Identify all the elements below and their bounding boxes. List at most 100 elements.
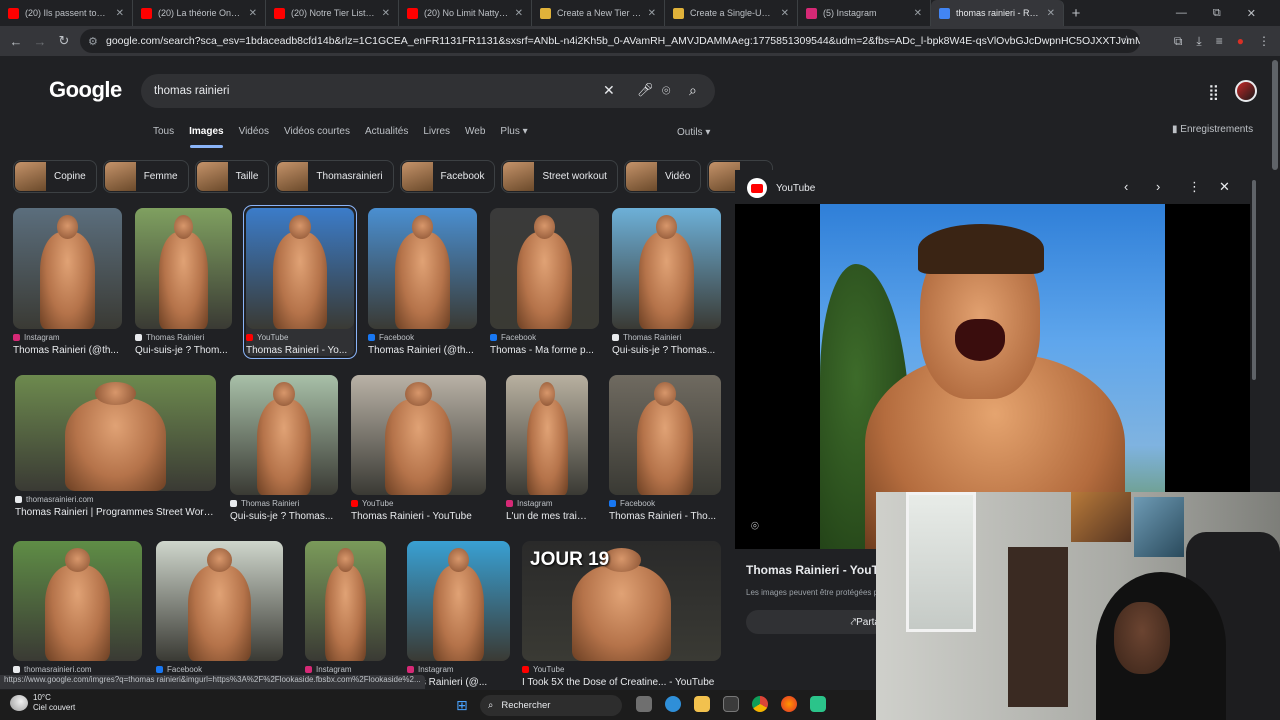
result-source[interactable]: YouTube xyxy=(522,665,721,674)
result-source[interactable]: Facebook xyxy=(156,665,283,674)
weather-widget[interactable]: 10°C Ciel couvert xyxy=(10,693,75,713)
site-info-icon[interactable]: ⚙ xyxy=(88,35,98,48)
browser-tab[interactable]: (20) Notre Tier List des FA ✕ xyxy=(266,0,399,26)
saved-button[interactable]: ▮ Enregistrements xyxy=(1172,124,1253,135)
close-window-button[interactable]: ✕ xyxy=(1247,7,1256,20)
image-result[interactable]: Instagram L'un de mes trainin... xyxy=(506,375,588,522)
image-result[interactable]: Facebook Thomas Rainieri - Tho... xyxy=(609,375,721,522)
image-result[interactable]: YouTube Thomas Rainieri - Yo... xyxy=(243,205,357,359)
download-icon[interactable]: ⤓ xyxy=(1196,34,1201,49)
result-thumbnail[interactable] xyxy=(135,208,232,329)
result-thumbnail[interactable] xyxy=(15,375,216,491)
result-source[interactable]: thomasrainieri.com xyxy=(15,495,216,504)
result-title[interactable]: L'un de mes trainin... xyxy=(506,511,588,522)
extensions-icon[interactable]: ⧉ xyxy=(1174,34,1183,49)
result-source[interactable]: Instagram xyxy=(305,665,386,674)
result-source[interactable]: Facebook xyxy=(490,333,599,342)
result-thumbnail[interactable] xyxy=(351,375,486,495)
result-title[interactable]: Thomas Rainieri - Tho... xyxy=(609,511,721,522)
image-result[interactable]: Facebook xyxy=(156,541,283,677)
preview-source[interactable]: YouTube xyxy=(747,178,815,198)
result-source[interactable]: Instagram xyxy=(13,333,122,342)
prev-image-icon[interactable]: ‹ xyxy=(1124,179,1128,194)
back-icon[interactable]: ← xyxy=(4,34,28,49)
browser-tab[interactable]: (20) No Limit Natty Podca ✕ xyxy=(399,0,532,26)
result-title[interactable]: Thomas Rainieri | Programmes Street Work… xyxy=(15,507,216,518)
result-thumbnail[interactable] xyxy=(609,375,721,495)
close-tab-icon[interactable]: ✕ xyxy=(648,8,656,19)
search-input[interactable]: thomas rainieri ✕ 🎤︎ ⌾ ⌕ xyxy=(141,74,715,108)
image-result[interactable]: JOUR 19 YouTube I Took 5X the Dose of Crea… xyxy=(522,541,721,688)
result-thumbnail[interactable] xyxy=(506,375,588,495)
browser-tab[interactable]: (20) La théorie One Piece ✕ xyxy=(133,0,266,26)
filter-1[interactable]: Images xyxy=(189,126,223,142)
google-logo[interactable]: Google xyxy=(49,77,122,103)
related-chip[interactable]: Femme xyxy=(102,160,189,193)
result-thumbnail[interactable] xyxy=(13,208,122,329)
result-thumbnail[interactable] xyxy=(368,208,477,329)
browser-tab[interactable]: (5) Instagram ✕ xyxy=(798,0,931,26)
result-thumbnail[interactable] xyxy=(612,208,721,329)
result-source[interactable]: thomasrainieri.com xyxy=(13,665,142,674)
close-preview-icon[interactable]: ✕ xyxy=(1219,179,1230,195)
lens-search-icon[interactable]: ⌾ xyxy=(751,518,759,534)
address-bar[interactable]: ⚙ google.com/search?sca_esv=1bdaceadb8cf… xyxy=(80,29,1140,53)
preview-title[interactable]: Thomas Rainieri - YouTu xyxy=(746,563,885,577)
result-title[interactable]: Thomas Rainieri - Yo... xyxy=(246,345,354,356)
result-title[interactable]: Qui-suis-je ? Thomas... xyxy=(612,345,721,356)
forward-icon[interactable]: → xyxy=(28,34,52,49)
next-image-icon[interactable]: › xyxy=(1156,179,1160,194)
result-thumbnail[interactable] xyxy=(230,375,338,495)
result-title[interactable]: Thomas - Ma forme p... xyxy=(490,345,599,356)
filter-6[interactable]: Web xyxy=(465,126,485,142)
result-source[interactable]: Thomas Rainieri xyxy=(135,333,232,342)
restore-button[interactable]: ⧉ xyxy=(1213,7,1221,20)
image-result[interactable]: Facebook Thomas - Ma forme p... xyxy=(490,208,599,356)
more-options-icon[interactable]: ⋮ xyxy=(1188,179,1201,195)
close-tab-icon[interactable]: ✕ xyxy=(515,8,523,19)
menu-icon[interactable]: ⋮ xyxy=(1258,34,1270,48)
share-button[interactable]: ⤤ Parta xyxy=(746,610,886,634)
result-title[interactable]: Thomas Rainieri (@th... xyxy=(368,345,477,356)
app-icon[interactable] xyxy=(810,696,826,712)
filter-3[interactable]: Vidéos courtes xyxy=(284,126,350,142)
browser-tab[interactable]: Create a Single-Use Tier ✕ xyxy=(665,0,798,26)
edge-icon[interactable] xyxy=(665,696,681,712)
result-thumbnail[interactable] xyxy=(13,541,142,661)
taskbar-search[interactable]: ⌕ Rechercher xyxy=(480,695,622,716)
related-chip[interactable]: Copine xyxy=(13,160,97,193)
close-tab-icon[interactable]: ✕ xyxy=(249,8,257,19)
new-tab-button[interactable]: + xyxy=(1064,5,1088,22)
search-icon[interactable]: ⌕ xyxy=(689,82,697,99)
related-chip[interactable]: Facebook xyxy=(399,160,496,193)
mic-icon[interactable]: 🎤︎ xyxy=(637,82,654,98)
image-result[interactable]: Thomas Rainieri Qui-suis-je ? Thom... xyxy=(135,208,232,356)
result-thumbnail[interactable] xyxy=(156,541,283,661)
result-source[interactable]: Facebook xyxy=(609,499,721,508)
result-thumbnail[interactable] xyxy=(407,541,510,661)
image-result[interactable]: Thomas Rainieri Qui-suis-je ? Thomas... xyxy=(230,375,338,522)
result-source[interactable]: Thomas Rainieri xyxy=(230,499,338,508)
close-tab-icon[interactable]: ✕ xyxy=(1047,8,1055,19)
filter-5[interactable]: Livres xyxy=(423,126,450,142)
result-title[interactable]: Qui-suis-je ? Thomas... xyxy=(230,511,338,522)
result-source[interactable]: YouTube xyxy=(351,499,486,508)
close-tab-icon[interactable]: ✕ xyxy=(781,8,789,19)
avatar[interactable] xyxy=(1235,80,1257,102)
minimize-button[interactable]: — xyxy=(1176,7,1187,19)
result-thumbnail[interactable]: JOUR 19 xyxy=(522,541,721,661)
filter-2[interactable]: Vidéos xyxy=(239,126,269,142)
profile-icon[interactable]: ● xyxy=(1237,34,1244,48)
result-source[interactable]: Facebook xyxy=(368,333,477,342)
store-icon[interactable] xyxy=(723,696,739,712)
task-view-icon[interactable] xyxy=(636,696,652,712)
browser-tab[interactable]: (20) Ils passent tout l'été ✕ xyxy=(0,0,133,26)
reload-icon[interactable]: ↻ xyxy=(52,33,76,49)
filter-7[interactable]: Plus ▾ xyxy=(500,126,527,142)
related-chip[interactable]: Taille xyxy=(194,160,270,193)
windows-start-icon[interactable]: ⊞ xyxy=(456,697,468,714)
file-explorer-icon[interactable] xyxy=(694,696,710,712)
related-chip[interactable]: Street workout xyxy=(501,160,618,193)
close-tab-icon[interactable]: ✕ xyxy=(116,8,124,19)
image-result[interactable]: Instagram mas Rainieri (@... xyxy=(407,541,510,688)
